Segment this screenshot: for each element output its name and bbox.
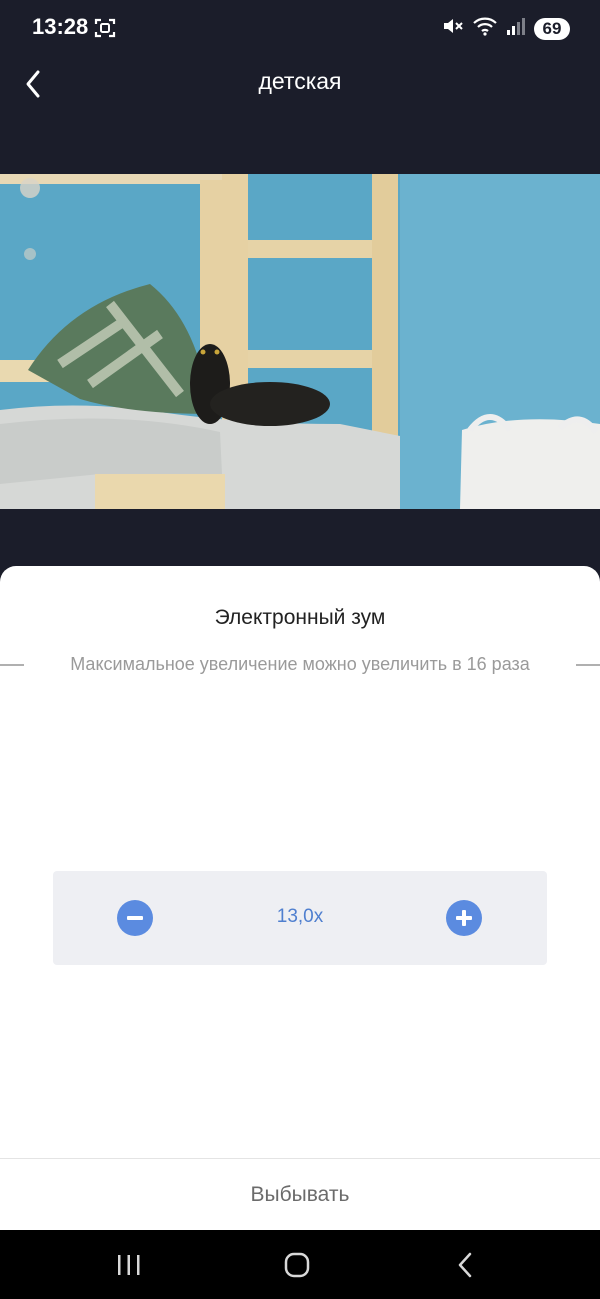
recent-apps-icon[interactable] — [115, 1250, 143, 1285]
sheet-subtitle: Максимальное увеличение можно увеличить … — [70, 654, 530, 674]
zoom-sheet: Электронный зум Максимальное увеличение … — [0, 566, 600, 1230]
signal-icon — [506, 16, 526, 41]
navigation-bar — [0, 1230, 600, 1299]
confirm-button[interactable]: Выбывать — [0, 1159, 600, 1230]
wifi-icon — [472, 15, 498, 42]
status-time: 13:28 — [32, 14, 89, 39]
battery-badge: 69 — [534, 17, 570, 40]
mute-icon — [442, 15, 464, 42]
page-title: детская — [258, 68, 342, 94]
status-bar: 13:28 69 — [0, 0, 600, 56]
zoom-control: 13,0x — [53, 871, 547, 965]
camera-feed[interactable] — [0, 174, 600, 509]
back-icon[interactable] — [452, 1250, 480, 1285]
screenshot-icon — [94, 17, 116, 44]
header: детская — [0, 56, 600, 116]
zoom-in-button[interactable] — [446, 900, 482, 936]
sheet-title: Электронный зум — [214, 606, 386, 629]
home-icon[interactable] — [283, 1250, 311, 1285]
